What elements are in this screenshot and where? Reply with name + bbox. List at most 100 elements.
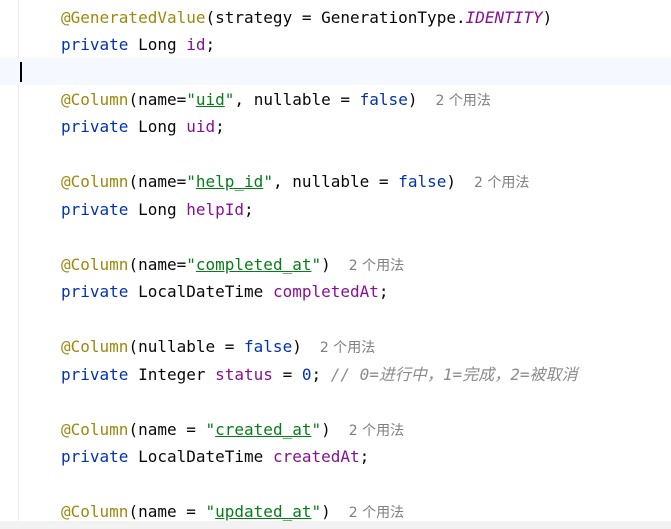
- field-name: completedAt: [272, 282, 379, 301]
- string-quote: ": [311, 255, 322, 274]
- code-text: private Long helpId;: [61, 196, 254, 223]
- keyword: private: [61, 200, 129, 219]
- code-line[interactable]: private Integer status = 0; // 0=进行中，1=完…: [0, 361, 671, 388]
- semicolon: ;: [215, 117, 225, 136]
- string-quote: ": [263, 172, 273, 191]
- code-text: ): [542, 8, 553, 27]
- horizontal-scrollbar[interactable]: [0, 521, 671, 529]
- code-editor[interactable]: @GeneratedValue(strategy = GenerationTyp…: [0, 0, 671, 529]
- annotation: @Column: [61, 420, 129, 439]
- keyword: private: [61, 365, 129, 384]
- type-name: Long: [128, 35, 187, 54]
- current-line[interactable]: [0, 58, 671, 85]
- code-text: (nullable =: [128, 337, 245, 356]
- string-quote: ": [311, 420, 322, 439]
- code-text: (strategy = GenerationType.: [205, 8, 466, 27]
- code-text: @GeneratedValue(strategy = GenerationTyp…: [61, 4, 552, 31]
- code-text: ): [321, 502, 331, 521]
- annotation: @Column: [61, 255, 129, 274]
- code-line[interactable]: private Long helpId;: [0, 196, 671, 223]
- semicolon: ;: [205, 35, 216, 54]
- code-text: private Long id;: [61, 31, 215, 58]
- code-text: ): [321, 255, 331, 274]
- annotation: @Column: [61, 172, 129, 191]
- usages-hint[interactable]: 2 个用法: [349, 505, 404, 521]
- code-line[interactable]: @Column(name="completed_at") 2 个用法: [0, 251, 671, 278]
- string-quote: ": [205, 502, 216, 521]
- code-text: ): [292, 337, 302, 356]
- code-text: (name =: [128, 502, 206, 521]
- type-name: LocalDateTime: [128, 447, 273, 466]
- code-text: ): [321, 420, 331, 439]
- usages-hint[interactable]: 2 个用法: [320, 340, 375, 356]
- code-text: (name=: [128, 255, 187, 274]
- code-text: (name =: [128, 420, 206, 439]
- string-quote: ": [311, 502, 322, 521]
- column-name-link[interactable]: completed_at: [196, 255, 312, 274]
- type-name: Long: [128, 200, 187, 219]
- enum-constant: IDENTITY: [465, 8, 543, 27]
- code-text: , nullable =: [234, 90, 360, 109]
- column-name-link[interactable]: help_id: [196, 172, 263, 191]
- code-text: private Integer status = 0; // 0=进行中，1=完…: [61, 361, 577, 388]
- code-line[interactable]: @Column(name="uid", nullable = false) 2 个…: [0, 86, 671, 113]
- field-name: createdAt: [272, 447, 360, 466]
- code-line[interactable]: @Column(name = "created_at") 2 个用法: [0, 416, 671, 443]
- usages-hint[interactable]: 2 个用法: [474, 175, 529, 191]
- string-quote: ": [186, 172, 196, 191]
- keyword: false: [359, 90, 408, 109]
- annotation: @GeneratedValue: [61, 8, 206, 27]
- field-name: uid: [186, 117, 216, 136]
- code-text: private Long uid;: [61, 113, 225, 140]
- keyword: private: [61, 447, 129, 466]
- field-name: helpId: [186, 200, 245, 219]
- field-name: status: [215, 365, 273, 384]
- code-text: ): [446, 172, 456, 191]
- code-text: private LocalDateTime completedAt;: [61, 278, 389, 305]
- code-text: @Column(name="uid", nullable = false) 2 个…: [61, 86, 491, 115]
- code-line[interactable]: @Column(name="help_id", nullable = false…: [0, 168, 671, 195]
- keyword: private: [61, 35, 129, 54]
- code-comment: // 0=进行中，1=完成，2=被取消: [321, 365, 578, 384]
- annotation: @Column: [61, 502, 129, 521]
- code-line[interactable]: private Long uid;: [0, 113, 671, 140]
- type-name: LocalDateTime: [128, 282, 273, 301]
- semicolon: ;: [378, 282, 389, 301]
- usages-hint[interactable]: 2 个用法: [349, 423, 404, 439]
- usages-hint[interactable]: 2 个用法: [435, 93, 490, 109]
- usages-hint[interactable]: 2 个用法: [349, 258, 404, 274]
- code-line[interactable]: @Column(nullable = false) 2 个用法: [0, 333, 671, 360]
- keyword: false: [244, 337, 293, 356]
- code-text: , nullable =: [272, 172, 399, 191]
- keyword: false: [398, 172, 447, 191]
- type-name: Integer: [128, 365, 216, 384]
- code-text: (name=: [128, 172, 187, 191]
- code-text: @Column(name="help_id", nullable = false…: [61, 168, 529, 197]
- string-quote: ": [205, 420, 216, 439]
- code-line[interactable]: private Long id;: [0, 31, 671, 58]
- column-name-link[interactable]: updated_at: [215, 502, 311, 521]
- semicolon: ;: [244, 200, 254, 219]
- annotation: @Column: [61, 337, 129, 356]
- string-quote: ": [224, 90, 235, 109]
- keyword: private: [61, 117, 129, 136]
- code-text: ): [407, 90, 418, 109]
- code-text: @Column(nullable = false) 2 个用法: [61, 333, 375, 362]
- assignment: =: [272, 365, 302, 384]
- annotation: @Column: [61, 90, 129, 109]
- code-line[interactable]: @GeneratedValue(strategy = GenerationTyp…: [0, 4, 671, 31]
- code-line[interactable]: private LocalDateTime createdAt;: [0, 443, 671, 470]
- code-text: @Column(name = "created_at") 2 个用法: [61, 416, 404, 445]
- code-text: @Column(name="completed_at") 2 个用法: [61, 251, 404, 280]
- type-name: Long: [128, 117, 187, 136]
- code-text: private LocalDateTime createdAt;: [61, 443, 369, 470]
- keyword: private: [61, 282, 129, 301]
- field-name: id: [186, 35, 206, 54]
- semicolon: ;: [311, 365, 322, 384]
- column-name-link[interactable]: created_at: [215, 420, 311, 439]
- string-quote: ": [186, 255, 196, 274]
- string-quote: ": [186, 90, 196, 109]
- code-line[interactable]: private LocalDateTime completedAt;: [0, 278, 671, 305]
- text-caret: [20, 62, 22, 82]
- column-name-link[interactable]: uid: [196, 90, 225, 109]
